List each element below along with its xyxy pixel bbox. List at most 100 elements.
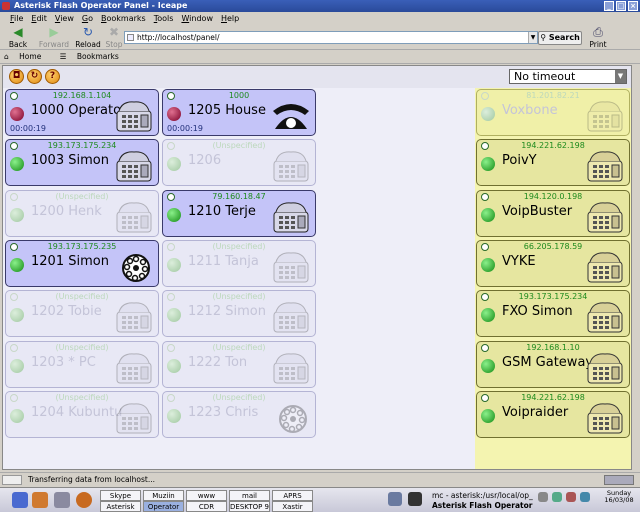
timeout-dropdown-icon: ▼ [615,70,626,83]
presence-light-icon [10,257,24,272]
extension-card[interactable]: (Unspecified) 1223 Chris [162,390,316,438]
minimize-button[interactable]: _ [604,1,614,11]
extension-name: 1202 Tobie [31,304,102,320]
extension-card[interactable]: 66.205.178.59 VYKE [476,239,630,287]
desktop-tab[interactable]: Asterisk [100,501,141,512]
menu-window[interactable]: Window [181,12,213,25]
close-button[interactable]: × [628,1,638,11]
desktop-tab[interactable]: Xastir [272,501,313,512]
tray-icon[interactable] [580,492,590,502]
presence-light-icon [481,408,495,423]
desktop-tab[interactable]: Operator [143,501,184,512]
presence-light-icon [167,157,181,172]
extension-card[interactable]: 193.173.175.234 1003 Simon [5,139,159,187]
desktop-tab[interactable]: Muziin [143,490,184,501]
extension-card[interactable]: 81.201.82.21 Voxbone [476,89,630,136]
stop-icon: ✖ [108,25,120,39]
kde-menu-icon[interactable] [12,492,28,508]
tray-icon[interactable] [538,492,548,502]
bookmarks-button[interactable]: ☰ Bookmarks [60,52,127,61]
presence-light-icon [481,207,495,222]
presence-light-icon [167,107,181,121]
extension-name: VYKE [502,253,536,269]
forward-arrow-icon: ▶ [49,25,59,39]
menu-go[interactable]: Go [82,12,93,25]
printer-icon: ⎙ [593,25,603,39]
presence-light-icon [167,207,181,222]
extension-card[interactable]: (Unspecified) 1212 Simon [162,290,316,338]
extension-card[interactable]: (Unspecified) 1200 Henk [5,189,159,237]
menu-edit[interactable]: Edit [31,12,47,25]
back-button[interactable]: ◀ Back [2,26,34,50]
forward-button[interactable]: ▶ Forward [38,25,70,50]
presence-light-icon [167,257,181,272]
page-icon [127,34,134,41]
phone-icon [114,351,154,385]
task-window-operator[interactable]: Asterisk Flash Operator [432,501,532,510]
tray-icon[interactable] [552,492,562,502]
extension-name: 1211 Tanja [188,253,259,269]
print-button[interactable]: ⎙ Print [582,25,614,50]
window-titlebar[interactable]: Asterisk Flash Operator Panel - Iceape _… [0,0,640,12]
url-dropdown-button[interactable]: ▼ [528,32,537,43]
desktop-tab[interactable]: CDR MYSQL [186,501,227,512]
presence-light-icon [167,408,181,423]
phone-icon [585,149,625,183]
extension-card[interactable]: (Unspecified) 1204 Kubuntu [5,390,159,438]
extension-card[interactable]: 194.221.62.198 Voipraider [476,390,630,438]
extension-card[interactable]: 193.173.175.235 1201 Simon [5,239,159,287]
clock[interactable]: Sunday 16/03/08 [600,490,638,504]
extension-name: 1212 Simon [188,304,266,320]
extension-card[interactable]: 79.160.18.47 1210 Terje [162,189,316,237]
extension-card[interactable]: (Unspecified) 1206 [162,139,316,187]
menu-bookmarks[interactable]: Bookmarks [101,12,146,25]
home-bookmark[interactable]: ⌂ Home [4,52,49,61]
bookmarks-bar: ⌂ Home ☰ Bookmarks [0,50,640,64]
menu-tools[interactable]: Tools [154,12,174,25]
phone-icon [585,300,625,334]
desktop-tab[interactable]: Skype [100,490,141,501]
reload-icon: ↻ [82,25,94,39]
extension-card[interactable]: 193.173.175.234 FXO Simon [476,290,630,338]
status-text: Transferring data from localhost... [28,475,156,484]
desktop-tab[interactable]: DESKTOP 9 [229,501,270,512]
desktop-tab[interactable]: APRS [272,490,313,501]
url-text: http://localhost/panel/ [137,33,220,42]
url-input[interactable]: http://localhost/panel/ ▼ [124,31,538,44]
extension-card[interactable]: 194.120.0.198 VoipBuster [476,189,630,237]
terminal-icon[interactable] [54,492,70,508]
extension-card[interactable]: 1000 1205 House 00:00:19 [162,89,316,136]
extension-name: Voxbone [502,103,558,118]
browser-icon[interactable] [76,492,92,508]
presence-light-icon [10,358,24,373]
lock-icon[interactable]: ◘ [9,69,24,84]
menu-help[interactable]: Help [221,12,239,25]
refresh-icon[interactable]: ↻ [27,69,42,84]
window-title: Asterisk Flash Operator Panel - Iceape [14,1,188,10]
extension-card[interactable]: (Unspecified) 1203 * PC [5,340,159,388]
home-folder-icon[interactable] [32,492,48,508]
search-button[interactable]: ⚲ Search [538,31,582,45]
extension-card[interactable]: 192.168.1.10 GSM Gateway [476,340,630,388]
extension-name: 1223 Chris [188,404,259,420]
menu-view[interactable]: View [55,12,74,25]
extension-card[interactable]: 194.221.62.198 PoivY [476,139,630,187]
menu-file[interactable]: File [10,12,23,25]
maximize-button[interactable]: □ [616,1,626,11]
task-window-mc[interactable]: mc - asterisk:/usr/local/op_ [432,491,533,500]
timeout-select[interactable]: No timeout ▼ [509,69,627,84]
extension-card[interactable]: 192.168.1.104 1000 Operator 00:00:19 [5,89,159,136]
extension-card[interactable]: (Unspecified) 1222 Ton [162,340,316,388]
tray-icon[interactable] [566,492,576,502]
presence-light-icon [167,308,181,323]
progress-widget [604,475,634,485]
presence-light-icon [481,257,495,272]
desktop-tab[interactable]: www [186,490,227,501]
presence-light-icon [481,308,495,323]
help-icon[interactable]: ? [45,69,60,84]
extension-card[interactable]: (Unspecified) 1211 Tanja [162,239,316,287]
presence-light-icon [10,207,24,222]
extension-card[interactable]: (Unspecified) 1202 Tobie [5,290,159,338]
desktop-tab[interactable]: mail [229,490,270,501]
taskbar: Skype Muziin www mail APRS Asterisk Operator CD… [0,487,640,512]
